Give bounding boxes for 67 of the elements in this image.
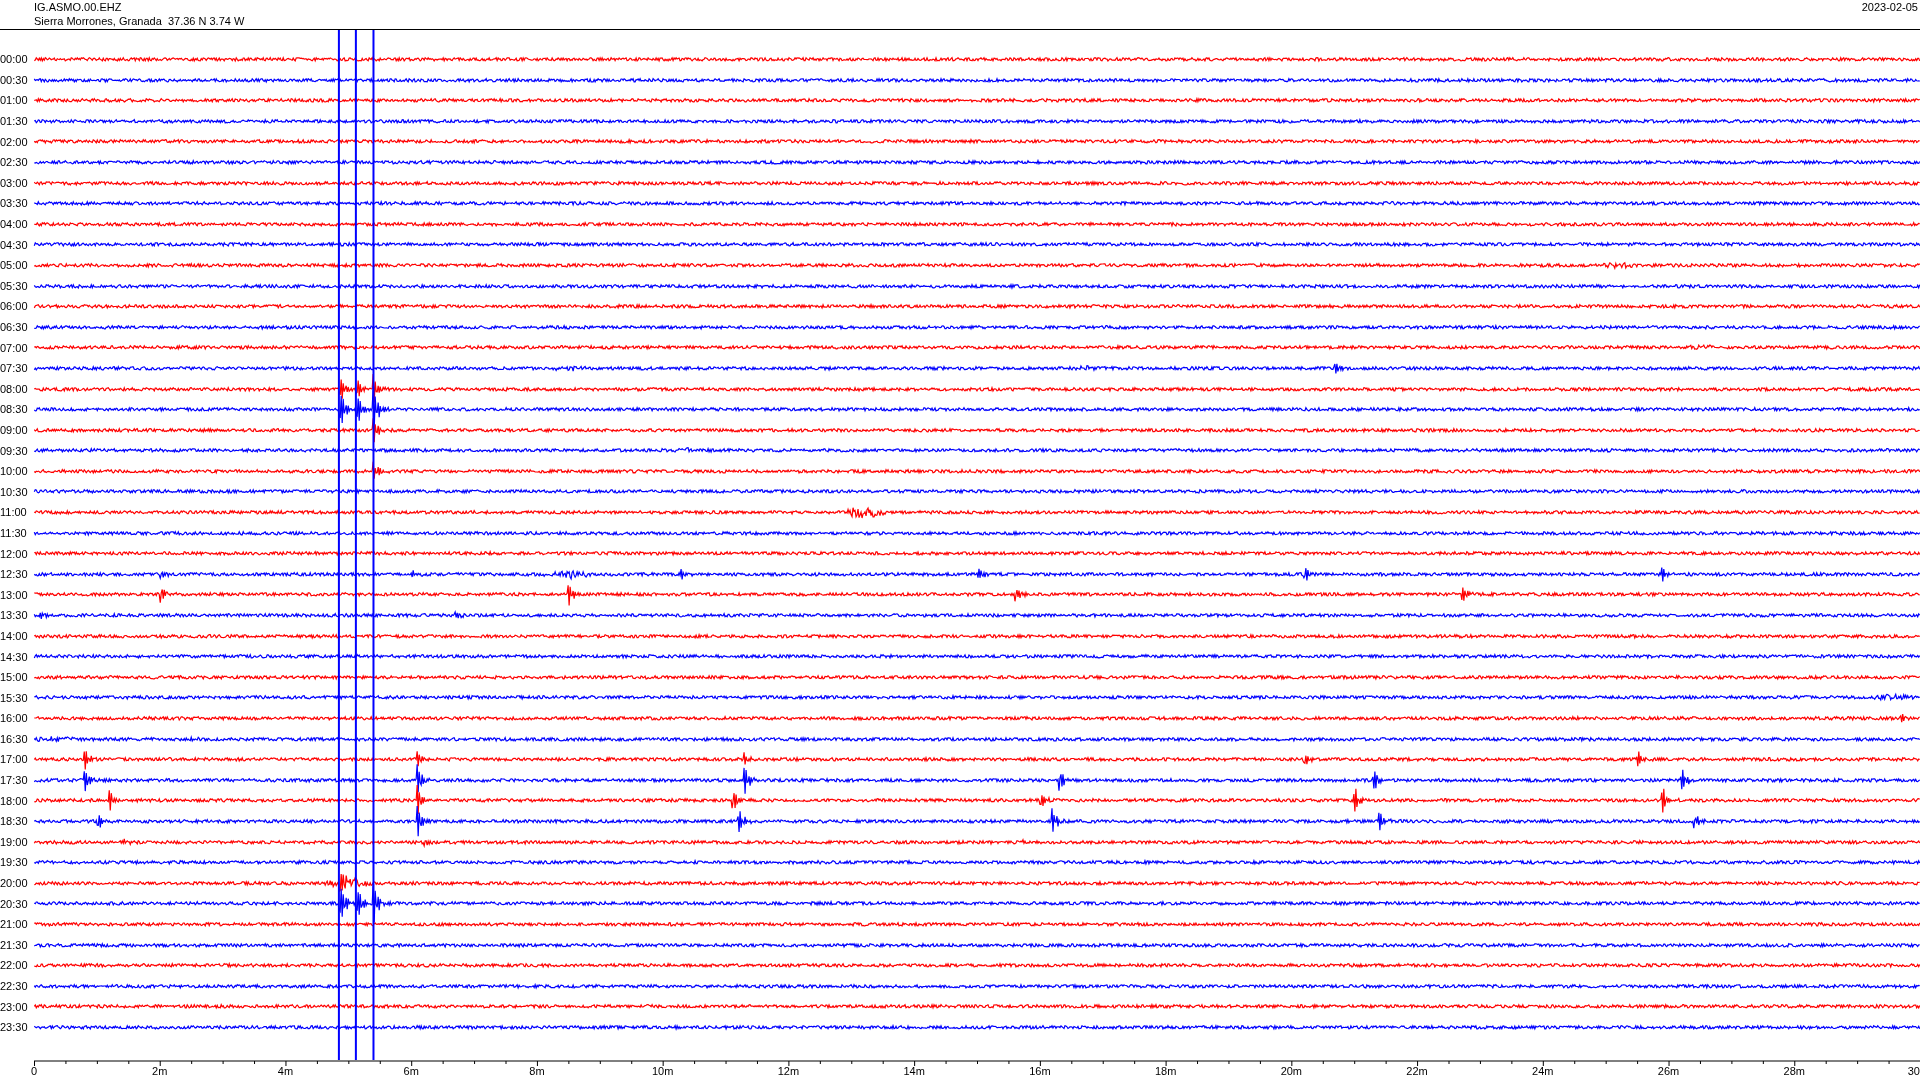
tick-label: 28m bbox=[1783, 1065, 1805, 1077]
time-label: 12:30 bbox=[0, 568, 29, 581]
tick-label: 30 bbox=[1907, 1065, 1920, 1077]
time-label: 03:00 bbox=[0, 176, 29, 189]
time-label: 08:30 bbox=[0, 403, 29, 416]
time-label: 05:30 bbox=[0, 279, 29, 292]
time-label: 04:00 bbox=[0, 218, 29, 231]
time-label: 02:30 bbox=[0, 156, 29, 169]
tick-label: 0 bbox=[31, 1065, 38, 1077]
time-label: 01:00 bbox=[0, 94, 29, 107]
time-label: 10:00 bbox=[0, 465, 29, 478]
time-label: 08:00 bbox=[0, 382, 29, 395]
time-label: 22:30 bbox=[0, 980, 29, 992]
time-label: 18:30 bbox=[0, 815, 29, 828]
time-label: 15:00 bbox=[0, 671, 29, 684]
time-label: 13:00 bbox=[0, 588, 29, 601]
time-label: 20:30 bbox=[0, 897, 29, 910]
station-location: Sierra Morrones, Granada 37.36 N 3.74 W bbox=[34, 14, 245, 28]
time-label: 07:00 bbox=[0, 341, 29, 354]
time-label: 17:30 bbox=[0, 774, 29, 787]
tick-label: 6m bbox=[403, 1065, 419, 1077]
time-label: 00:30 bbox=[0, 73, 29, 86]
tick-label: 10m bbox=[651, 1065, 674, 1077]
tick-label: 2m bbox=[152, 1065, 168, 1077]
time-label: 11:00 bbox=[0, 506, 28, 519]
time-label: 18:00 bbox=[0, 794, 29, 807]
time-label: 23:30 bbox=[0, 1021, 29, 1034]
tick-label: 12m bbox=[777, 1065, 800, 1077]
tick-label: 16m bbox=[1029, 1065, 1051, 1077]
time-label: 01:30 bbox=[0, 115, 29, 128]
time-label: 19:30 bbox=[0, 856, 29, 869]
tick-label: 24m bbox=[1532, 1065, 1554, 1077]
time-label: 07:30 bbox=[0, 362, 29, 375]
tick-label: 20m bbox=[1280, 1065, 1303, 1077]
time-label: 16:30 bbox=[0, 732, 29, 745]
tick-label: 26m bbox=[1657, 1065, 1680, 1077]
time-label: 22:00 bbox=[0, 959, 29, 972]
tick-label: 8m bbox=[529, 1065, 545, 1077]
time-label: 19:00 bbox=[0, 835, 29, 848]
time-label: 15:30 bbox=[0, 691, 29, 704]
tick-label: 14m bbox=[903, 1065, 925, 1077]
tick-label: 18m bbox=[1154, 1065, 1177, 1077]
time-label: 23:00 bbox=[0, 1000, 29, 1013]
time-label: 11:30 bbox=[0, 526, 28, 539]
tick-label: 22m bbox=[1406, 1065, 1428, 1077]
time-label: 03:30 bbox=[0, 197, 29, 210]
time-label: 13:30 bbox=[0, 609, 29, 622]
time-label: 09:30 bbox=[0, 444, 29, 457]
time-label: 06:00 bbox=[0, 300, 29, 313]
time-label: 12:00 bbox=[0, 547, 29, 560]
time-label: 02:00 bbox=[0, 135, 29, 148]
time-label: 16:00 bbox=[0, 712, 29, 725]
time-label: 20:00 bbox=[0, 877, 29, 890]
station-code: IG.ASMO.00.EHZ bbox=[34, 0, 123, 14]
time-label: 06:30 bbox=[0, 321, 29, 333]
time-label: 14:00 bbox=[0, 629, 29, 642]
tick-label: 4m bbox=[277, 1065, 294, 1077]
time-label: 10:30 bbox=[0, 485, 29, 498]
time-label: 17:00 bbox=[0, 753, 29, 766]
time-label: 14:30 bbox=[0, 650, 29, 663]
time-label: 21:00 bbox=[0, 918, 29, 931]
time-label: 05:00 bbox=[0, 259, 29, 272]
time-label: 21:30 bbox=[0, 938, 29, 951]
time-label: 09:00 bbox=[0, 424, 29, 436]
time-label: 04:30 bbox=[0, 238, 29, 251]
date-label: 2023-02-05 bbox=[1861, 0, 1919, 15]
time-label: 00:00 bbox=[0, 53, 29, 66]
